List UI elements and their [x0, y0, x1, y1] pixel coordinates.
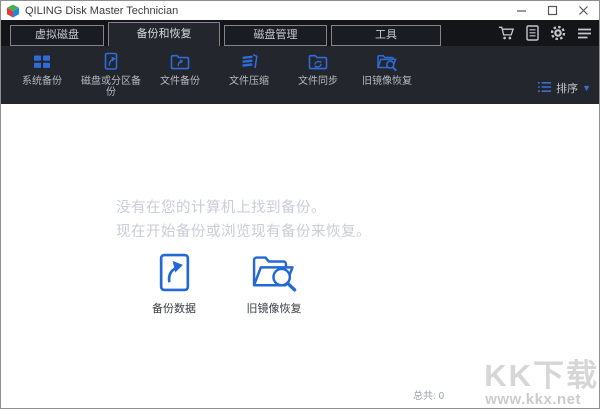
- toolbar: 系统备份 磁盘或分区备份 文件备份 文件压缩 文件同步 旧镜像恢复 排序 ▼: [1, 46, 599, 104]
- empty-state-line1: 没有在您的计算机上找到备份。: [116, 200, 326, 216]
- toolbar-item-label: 磁盘或分区备份: [81, 76, 141, 98]
- backup-data-icon: [159, 252, 190, 292]
- file-sync-icon: [308, 52, 328, 74]
- chevron-down-icon: ▼: [582, 82, 591, 93]
- toolbar-item-label: 系统备份: [22, 76, 62, 87]
- menu-icon[interactable]: [577, 27, 592, 40]
- tab-virtual-disk[interactable]: 虚拟磁盘: [10, 25, 104, 46]
- action-buttons: 备份数据 旧镜像恢复: [134, 252, 320, 316]
- toolbar-item-file-compress[interactable]: 文件压缩: [216, 46, 282, 104]
- empty-state-message: 没有在您的计算机上找到备份。 现在开始备份或浏览现有备份来恢复。: [116, 196, 371, 244]
- window-controls: [506, 1, 599, 20]
- sort-label: 排序: [556, 83, 579, 95]
- toolbar-item-label: 文件同步: [298, 76, 338, 87]
- tab-backup-restore[interactable]: 备份和恢复: [108, 22, 220, 46]
- titlebar: QILING Disk Master Technician: [1, 1, 599, 20]
- action-label: 旧镜像恢复: [246, 303, 302, 315]
- toolbar-item-label: 文件备份: [160, 76, 200, 87]
- toolbar-item-label: 旧镜像恢复: [362, 76, 412, 87]
- tab-bar: 虚拟磁盘 备份和恢复 磁盘管理 工具: [1, 20, 599, 46]
- status-total: 总共: 0: [413, 387, 444, 402]
- cart-icon[interactable]: [498, 25, 515, 41]
- file-compress-icon: [239, 52, 259, 74]
- toolbar-item-old-image-restore[interactable]: 旧镜像恢复: [354, 46, 420, 104]
- app-window: QILING Disk Master Technician 虚拟磁盘 备份和恢复…: [0, 0, 600, 409]
- window-title: QILING Disk Master Technician: [25, 4, 179, 17]
- backup-data-button[interactable]: 备份数据: [134, 252, 214, 316]
- toolbar-item-file-sync[interactable]: 文件同步: [285, 46, 351, 104]
- file-backup-icon: [170, 52, 190, 74]
- license-icon[interactable]: [526, 25, 539, 41]
- toolbar-item-file-backup[interactable]: 文件备份: [147, 46, 213, 104]
- maximize-icon[interactable]: [537, 1, 568, 20]
- sort-control[interactable]: 排序 ▼: [537, 80, 591, 96]
- watermark-url: www.kkx.net: [485, 391, 581, 408]
- status-total-value: 0: [438, 391, 445, 402]
- tabbar-icons: [498, 20, 592, 46]
- minimize-icon[interactable]: [506, 1, 537, 20]
- gear-icon[interactable]: [550, 25, 566, 41]
- close-icon[interactable]: [568, 1, 599, 20]
- old-image-restore-icon: [251, 252, 298, 292]
- empty-state-line2: 现在开始备份或浏览现有备份来恢复。: [116, 224, 371, 240]
- toolbar-item-label: 文件压缩: [229, 76, 269, 87]
- tab-disk-management[interactable]: 磁盘管理: [224, 25, 327, 46]
- old-image-restore-button[interactable]: 旧镜像恢复: [228, 252, 320, 316]
- toolbar-item-disk-partition-backup[interactable]: 磁盘或分区备份: [78, 46, 144, 104]
- toolbar-item-system-backup[interactable]: 系统备份: [9, 46, 75, 104]
- watermark-logo: KK下载: [484, 358, 599, 393]
- system-backup-icon: [32, 52, 52, 74]
- sort-list-icon: [537, 81, 552, 96]
- app-logo-icon: [6, 4, 20, 18]
- disk-partition-backup-icon: [101, 52, 121, 74]
- status-total-label: 总共:: [413, 391, 436, 402]
- main-content: 没有在您的计算机上找到备份。 现在开始备份或浏览现有备份来恢复。 备份数据 旧镜…: [1, 104, 599, 408]
- tab-tools[interactable]: 工具: [331, 25, 441, 46]
- old-image-restore-icon: [376, 52, 398, 74]
- action-label: 备份数据: [152, 303, 196, 315]
